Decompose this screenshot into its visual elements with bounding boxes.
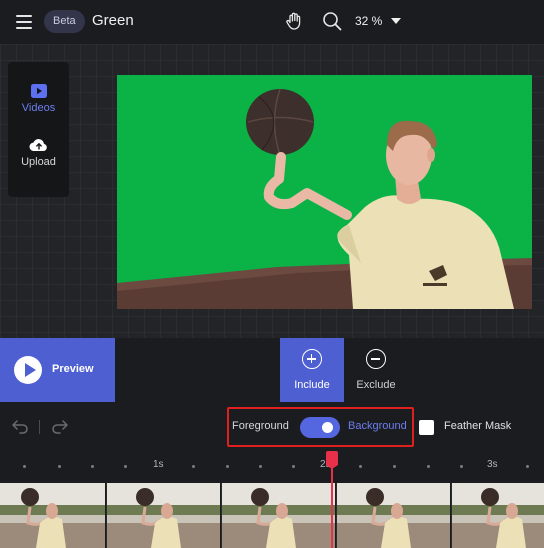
tick-dot <box>192 465 195 468</box>
timeline-ruler[interactable]: 1s 2s 3s <box>0 450 544 483</box>
tick-dot <box>359 465 362 468</box>
zoom-value: 32 % <box>355 14 383 28</box>
tick-label: 1s <box>153 459 164 470</box>
project-title: Green <box>92 12 134 29</box>
filmstrip-thumbnail <box>452 483 544 548</box>
exclude-label: Exclude <box>356 379 396 391</box>
toggle-knob <box>322 422 333 433</box>
filmstrip-thumbnail <box>337 483 451 548</box>
zoom-dropdown[interactable]: 32 % <box>355 14 402 28</box>
play-square-icon <box>30 84 47 98</box>
search-icon[interactable] <box>322 11 342 31</box>
menu-icon[interactable] <box>16 15 32 29</box>
feather-mask-checkbox[interactable] <box>419 420 434 435</box>
sidebar-item-upload[interactable]: Upload <box>8 138 69 168</box>
app-root: { "header": { "badge": "Beta", "title": … <box>0 0 544 548</box>
tick-dot <box>427 465 430 468</box>
video-preview-frame[interactable] <box>117 75 532 309</box>
sidebar-item-label: Upload <box>21 156 56 168</box>
tick-label: 3s <box>487 459 498 470</box>
video-frame-image <box>117 75 532 309</box>
tick-dot <box>58 465 61 468</box>
video-filmstrip[interactable] <box>0 483 544 548</box>
preview-label: Preview <box>52 363 94 375</box>
redo-icon[interactable] <box>51 418 69 434</box>
preview-button[interactable]: Preview <box>0 338 115 402</box>
divider <box>39 420 40 434</box>
sidebar-item-videos[interactable]: Videos <box>8 84 69 114</box>
cloud-upload-icon <box>28 139 47 152</box>
minus-circle-icon <box>366 349 386 369</box>
hand-icon[interactable] <box>284 11 304 31</box>
playhead-handle[interactable] <box>326 451 338 469</box>
tick-dot <box>292 465 295 468</box>
tick-dot <box>460 465 463 468</box>
filmstrip-thumbnail <box>222 483 336 548</box>
chevron-down-icon <box>391 18 402 24</box>
foreground-label[interactable]: Foreground <box>232 420 289 432</box>
foreground-background-toggle[interactable] <box>300 417 340 438</box>
background-label[interactable]: Background <box>348 420 407 432</box>
tick-dot <box>526 465 529 468</box>
beta-badge: Beta <box>44 10 85 33</box>
media-sidebar: Videos Upload <box>8 62 69 197</box>
sidebar-item-label: Videos <box>21 102 56 114</box>
feather-mask-label[interactable]: Feather Mask <box>444 420 511 432</box>
exclude-tool-button[interactable]: Exclude <box>344 338 408 402</box>
include-label: Include <box>294 379 330 391</box>
tick-dot <box>259 465 262 468</box>
controls-bar: Preview Include Exclude <box>0 338 544 402</box>
plus-circle-icon <box>302 349 322 369</box>
include-tool-button[interactable]: Include <box>280 338 344 402</box>
tick-dot <box>91 465 94 468</box>
tick-dot <box>23 465 26 468</box>
play-icon <box>25 363 36 377</box>
tick-dot <box>226 465 229 468</box>
tick-dot <box>393 465 396 468</box>
filmstrip-thumbnail <box>107 483 221 548</box>
filmstrip-thumbnail <box>0 483 106 548</box>
tick-dot <box>124 465 127 468</box>
mask-options-row: Foreground Background Feather Mask <box>0 402 544 450</box>
undo-icon[interactable] <box>11 418 29 434</box>
editor-canvas[interactable]: Videos Upload <box>0 44 544 338</box>
top-bar: Beta Green 32 % <box>0 0 544 44</box>
